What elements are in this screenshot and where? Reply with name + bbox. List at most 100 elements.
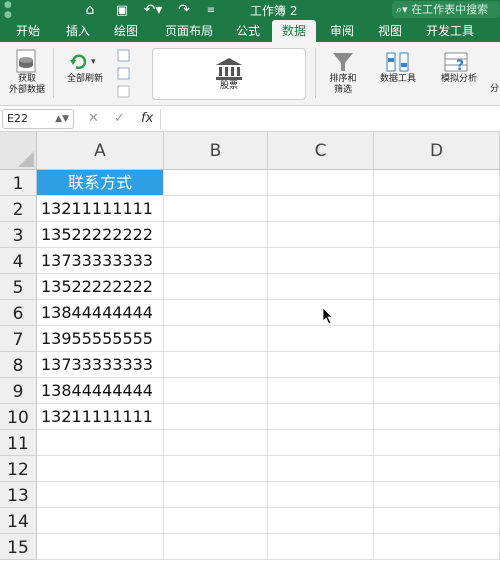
cell-d6[interactable] xyxy=(374,300,500,326)
confirm-icon[interactable]: ✓ xyxy=(114,109,125,129)
column-header-c[interactable]: C xyxy=(268,132,374,170)
cell-d2[interactable] xyxy=(374,196,500,222)
cell-b13[interactable] xyxy=(164,482,268,508)
cell-b11[interactable] xyxy=(164,430,268,456)
cell-b15[interactable] xyxy=(164,534,268,560)
cell-b5[interactable] xyxy=(164,274,268,300)
customize-toolbar-icon[interactable]: ≡ xyxy=(205,0,217,20)
row-header[interactable]: 10 xyxy=(0,404,37,430)
tab-developer[interactable]: 开发工具 xyxy=(418,20,482,42)
cell-a9[interactable]: 13844444444 xyxy=(37,378,164,404)
cell-d9[interactable] xyxy=(374,378,500,404)
cell-c15[interactable] xyxy=(268,534,374,560)
row-header[interactable]: 2 xyxy=(0,196,37,222)
cell-c4[interactable] xyxy=(268,248,374,274)
cell-a8[interactable]: 13733333333 xyxy=(37,352,164,378)
connections-icons[interactable] xyxy=(116,48,132,98)
cell-b7[interactable] xyxy=(164,326,268,352)
name-box-dropdown-icon[interactable]: ▲▼ xyxy=(55,110,69,128)
cell-c9[interactable] xyxy=(268,378,374,404)
undo-icon[interactable]: ↶▾ xyxy=(140,0,166,20)
cell-a6[interactable]: 13844444444 xyxy=(37,300,164,326)
cell-b14[interactable] xyxy=(164,508,268,534)
refresh-all-button[interactable]: ▾ 全部刷新 xyxy=(60,50,110,85)
row-header[interactable]: 12 xyxy=(0,456,37,482)
cell-b2[interactable] xyxy=(164,196,268,222)
cell-b4[interactable] xyxy=(164,248,268,274)
cell-a1[interactable]: 联系方式 xyxy=(37,170,164,196)
data-tools-button[interactable]: 数据工具 xyxy=(372,50,424,85)
cell-b3[interactable] xyxy=(164,222,268,248)
cell-d5[interactable] xyxy=(374,274,500,300)
cell-a13[interactable] xyxy=(37,482,164,508)
tab-draw[interactable]: 绘图 xyxy=(106,20,146,42)
tab-home[interactable]: 开始 xyxy=(6,20,50,42)
row-header[interactable]: 1 xyxy=(0,170,37,196)
tab-page-layout[interactable]: 页面布局 xyxy=(156,20,222,42)
row-header[interactable]: 6 xyxy=(0,300,37,326)
cell-d1[interactable] xyxy=(374,170,500,196)
what-if-analysis-button[interactable]: ? 模拟分析 xyxy=(432,50,486,85)
row-header[interactable]: 14 xyxy=(0,508,37,534)
column-header-b[interactable]: B xyxy=(164,132,268,170)
row-header[interactable]: 4 xyxy=(0,248,37,274)
tab-review[interactable]: 审阅 xyxy=(322,20,362,42)
search-input[interactable]: ⌕▾ 在工作表中搜索 xyxy=(392,1,500,18)
cell-b1[interactable] xyxy=(164,170,268,196)
cell-a5[interactable]: 13522222222 xyxy=(37,274,164,300)
row-header[interactable]: 7 xyxy=(0,326,37,352)
cell-d4[interactable] xyxy=(374,248,500,274)
cell-b9[interactable] xyxy=(164,378,268,404)
cell-c12[interactable] xyxy=(268,456,374,482)
stocks-gallery[interactable]: 股票 xyxy=(152,48,306,100)
cell-c1[interactable] xyxy=(268,170,374,196)
cell-a15[interactable] xyxy=(37,534,164,560)
insert-function-button[interactable]: fx xyxy=(141,109,153,129)
cell-d10[interactable] xyxy=(374,404,500,430)
cell-a2[interactable]: 13211111111 xyxy=(37,196,164,222)
row-header[interactable]: 13 xyxy=(0,482,37,508)
cell-b12[interactable] xyxy=(164,456,268,482)
get-external-data-button[interactable]: 获取 外部数据 xyxy=(4,48,50,96)
cancel-icon[interactable]: ✕ xyxy=(88,109,99,129)
row-header[interactable]: 5 xyxy=(0,274,37,300)
cell-b6[interactable] xyxy=(164,300,268,326)
cell-b10[interactable] xyxy=(164,404,268,430)
redo-icon[interactable]: ↷ xyxy=(174,0,194,20)
worksheet-grid[interactable]: A B C D 1 联系方式 2 13211111111 3 13522222222 4 137333… xyxy=(0,132,500,577)
cell-d8[interactable] xyxy=(374,352,500,378)
cell-c10[interactable] xyxy=(268,404,374,430)
cell-d3[interactable] xyxy=(374,222,500,248)
cell-a11[interactable] xyxy=(37,430,164,456)
cell-c8[interactable] xyxy=(268,352,374,378)
cell-a4[interactable]: 13733333333 xyxy=(37,248,164,274)
cell-c5[interactable] xyxy=(268,274,374,300)
tab-view[interactable]: 视图 xyxy=(370,20,410,42)
row-header[interactable]: 11 xyxy=(0,430,37,456)
tab-formulas[interactable]: 公式 xyxy=(228,20,268,42)
column-header-a[interactable]: A xyxy=(37,132,164,170)
cell-b8[interactable] xyxy=(164,352,268,378)
name-box[interactable]: E22 ▲▼ xyxy=(2,109,74,129)
formula-input[interactable] xyxy=(160,109,498,129)
cell-d14[interactable] xyxy=(374,508,500,534)
outline-button[interactable]: 分 xyxy=(489,72,500,95)
row-header[interactable]: 8 xyxy=(0,352,37,378)
home-icon[interactable]: ⌂ xyxy=(80,0,100,20)
save-icon[interactable]: ▣ xyxy=(112,0,132,20)
cell-a7[interactable]: 13955555555 xyxy=(37,326,164,352)
cell-c11[interactable] xyxy=(268,430,374,456)
cell-a10[interactable]: 13211111111 xyxy=(37,404,164,430)
cell-d12[interactable] xyxy=(374,456,500,482)
tab-insert[interactable]: 插入 xyxy=(58,20,98,42)
cell-c7[interactable] xyxy=(268,326,374,352)
cell-a14[interactable] xyxy=(37,508,164,534)
column-header-d[interactable]: D xyxy=(374,132,500,170)
cell-c2[interactable] xyxy=(268,196,374,222)
window-controls-icon[interactable]: ● ● xyxy=(4,0,16,20)
cell-d15[interactable] xyxy=(374,534,500,560)
row-header[interactable]: 15 xyxy=(0,534,37,560)
cell-d13[interactable] xyxy=(374,482,500,508)
tab-data[interactable]: 数据 xyxy=(272,20,316,42)
cell-a12[interactable] xyxy=(37,456,164,482)
